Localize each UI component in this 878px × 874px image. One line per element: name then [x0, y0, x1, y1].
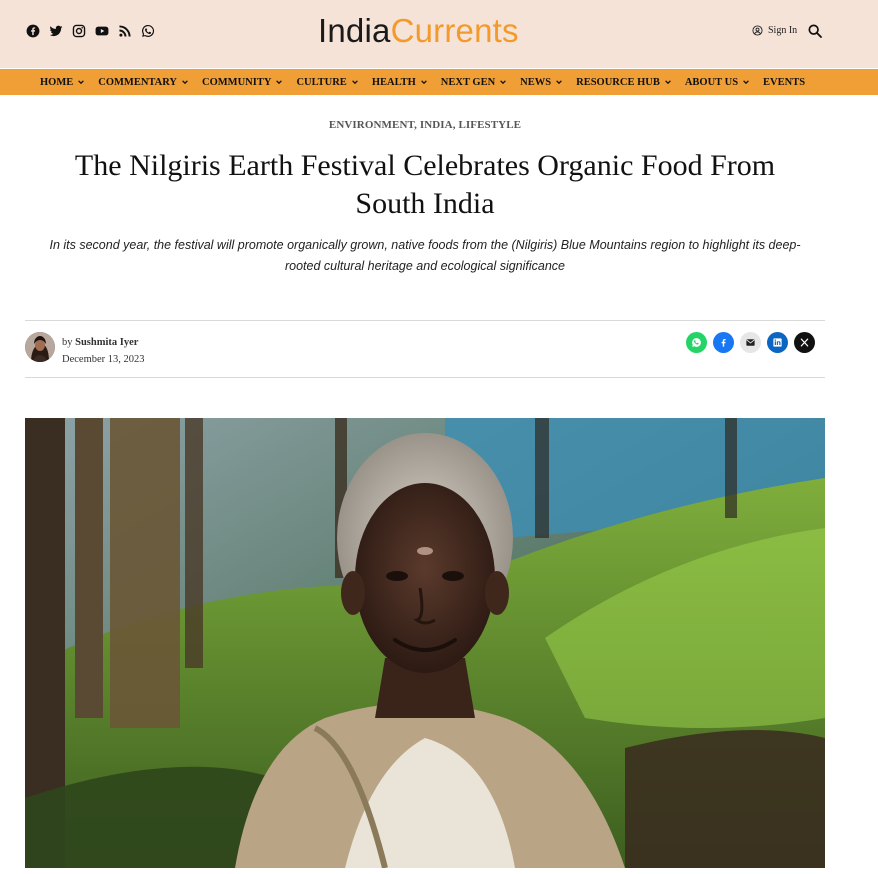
nav-item-news[interactable]: NEWS — [520, 77, 563, 88]
author-name[interactable]: Sushmita Iyer — [75, 337, 138, 348]
sign-in-label: Sign In — [768, 25, 798, 36]
whatsapp-icon — [692, 338, 701, 347]
nav-item-about-us[interactable]: ABOUT US — [685, 77, 750, 88]
logo-part-currents: Currents — [390, 12, 519, 49]
search-icon[interactable] — [807, 23, 823, 39]
article-subtitle: In its second year, the festival will pr… — [49, 238, 801, 273]
main-navigation: HOME COMMENTARY COMMUNITY CULTURE HEALTH NEXT… — [0, 69, 878, 95]
x-icon — [800, 338, 809, 347]
nav-item-label: NEXT GEN — [440, 76, 496, 88]
featured-image — [25, 418, 825, 868]
site-logo[interactable]: IndiaCurrents — [318, 12, 519, 50]
logo-part-india: India — [318, 12, 391, 49]
rss-icon[interactable] — [118, 24, 132, 38]
share-facebook-button[interactable] — [713, 332, 734, 353]
nav-item-next-gen[interactable]: NEXT GEN — [441, 77, 507, 88]
category-list: ENVIRONMENT, INDIA, LIFESTYLE — [0, 119, 850, 131]
chevron-down-icon — [743, 80, 749, 85]
chevron-down-icon — [276, 80, 283, 85]
byline: by Sushmita Iyer December 13, 2023 — [62, 334, 145, 368]
nav-item-label: HOME — [40, 76, 74, 88]
instagram-icon[interactable] — [72, 24, 86, 38]
chevron-down-icon — [351, 80, 358, 85]
nav-item-label: COMMUNITY — [202, 76, 272, 88]
nav-item-label: ABOUT US — [684, 76, 739, 88]
top-header: IndiaCurrents Sign In — [0, 0, 878, 68]
nav-item-label: NEWS — [520, 76, 552, 88]
chevron-down-icon — [500, 80, 507, 85]
chevron-down-icon — [182, 80, 188, 85]
user-icon — [752, 25, 763, 36]
chevron-down-icon — [420, 80, 427, 85]
share-x-button[interactable] — [794, 332, 815, 353]
publish-date: December 13, 2023 — [62, 354, 145, 365]
nav-item-commentary[interactable]: COMMENTARY — [98, 77, 189, 88]
chevron-down-icon — [78, 80, 85, 85]
category-lifestyle[interactable]: LIFESTYLE — [458, 119, 521, 131]
nav-item-label: COMMENTARY — [98, 76, 178, 88]
share-buttons — [686, 332, 815, 353]
share-linkedin-button[interactable] — [767, 332, 788, 353]
nav-item-health[interactable]: HEALTH — [372, 77, 428, 88]
chevron-down-icon — [556, 80, 562, 85]
chevron-down-icon — [664, 80, 671, 85]
sign-in-button[interactable]: Sign In — [752, 25, 797, 36]
category-india[interactable]: INDIA — [420, 119, 453, 131]
nav-item-culture[interactable]: CULTURE — [296, 77, 358, 88]
byline-top-divider — [25, 320, 825, 321]
share-email-button[interactable] — [740, 332, 761, 353]
nav-item-community[interactable]: COMMUNITY — [202, 77, 283, 88]
byline-prefix: by — [62, 337, 73, 348]
nav-item-label: EVENTS — [763, 76, 806, 88]
share-whatsapp-button[interactable] — [686, 332, 707, 353]
nav-item-label: CULTURE — [296, 76, 347, 88]
nav-item-home[interactable]: HOME — [40, 77, 85, 88]
linkedin-icon — [773, 338, 782, 347]
social-links — [26, 24, 155, 38]
nav-item-label: RESOURCE HUB — [576, 76, 660, 88]
email-icon — [746, 339, 755, 346]
nav-menu: HOME COMMENTARY COMMUNITY CULTURE HEALTH NEXT… — [40, 69, 805, 95]
author-avatar[interactable] — [25, 332, 55, 362]
whatsapp-icon[interactable] — [141, 24, 155, 38]
nav-item-events[interactable]: EVENTS — [763, 77, 805, 88]
article-title: The Nilgiris Earth Festival Celebrates O… — [74, 149, 776, 220]
facebook-icon[interactable] — [26, 24, 40, 38]
byline-bottom-divider — [25, 377, 825, 378]
nav-item-resource-hub[interactable]: RESOURCE HUB — [576, 77, 672, 88]
youtube-icon[interactable] — [95, 24, 109, 38]
twitter-icon[interactable] — [49, 24, 63, 38]
nav-item-label: HEALTH — [371, 76, 416, 88]
category-environment[interactable]: ENVIRONMENT — [329, 119, 414, 131]
facebook-icon — [721, 338, 726, 347]
